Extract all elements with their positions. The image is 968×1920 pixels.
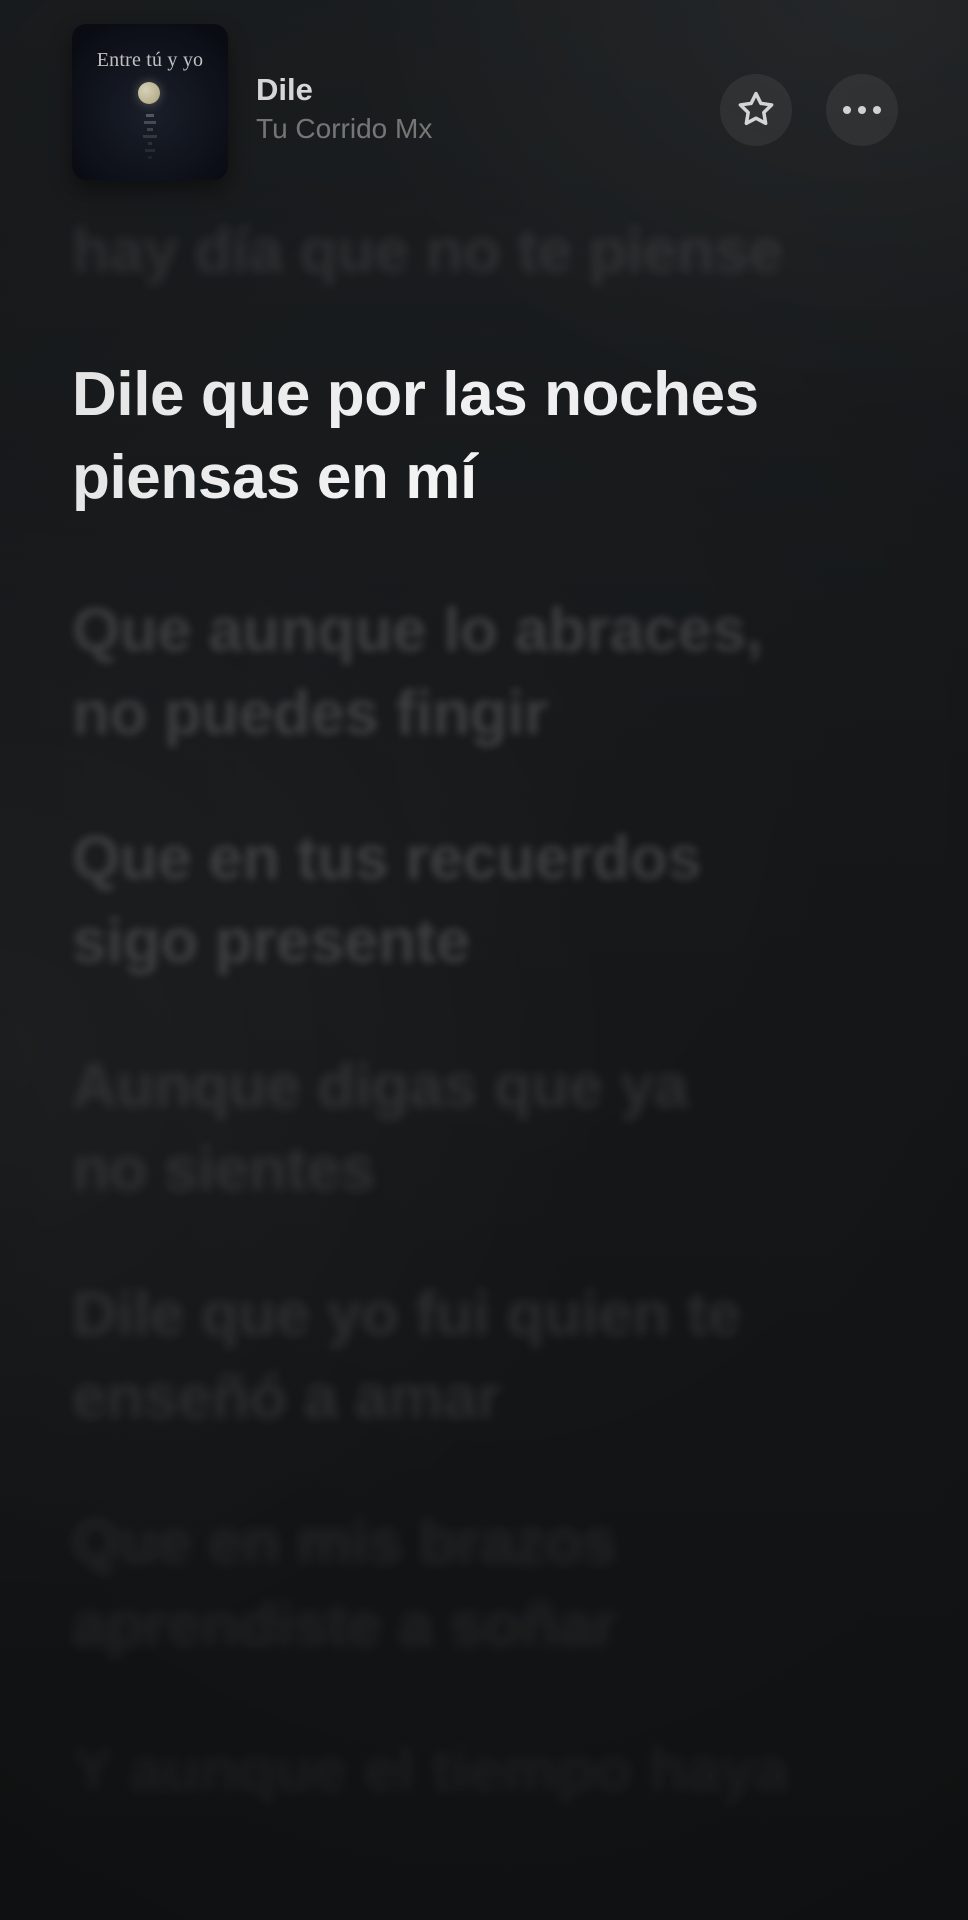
lyric-line-next-partial[interactable]: Y aunque el tiempo haya xyxy=(72,1729,892,1812)
more-icon xyxy=(843,106,881,114)
lyric-line-upcoming[interactable]: Que aunque lo abraces, no puedes fingir xyxy=(72,589,892,755)
album-art[interactable]: Entre tú y yo xyxy=(72,24,228,180)
lyric-line-upcoming[interactable]: Dile que yo fui quien te enseñó a amar xyxy=(72,1273,892,1439)
lyric-line-previous[interactable]: hay día que no te piense xyxy=(72,210,892,293)
lyric-line-current[interactable]: Dile que por las noches piensas en mí xyxy=(72,353,892,519)
lyrics-screen: Entre tú y yo Dile Tu Corrido Mx hay día… xyxy=(0,0,968,1920)
album-art-title: Entre tú y yo xyxy=(96,49,204,71)
star-icon xyxy=(738,91,774,126)
lyric-line-upcoming[interactable]: Que en mis brazos aprendiste a soñar xyxy=(72,1501,892,1667)
lyric-line-upcoming[interactable]: Que en tus recuerdos sigo presente xyxy=(72,817,892,983)
track-artist: Tu Corrido Mx xyxy=(256,113,433,144)
now-playing-header: Entre tú y yo Dile Tu Corrido Mx xyxy=(0,0,968,190)
lyric-line-upcoming[interactable]: Aunque digas que ya no sientes xyxy=(72,1045,892,1211)
moon-reflection-icon xyxy=(143,114,157,159)
lyrics-list[interactable]: hay día que no te piense Dile que por la… xyxy=(72,210,892,1812)
track-info[interactable]: Dile Tu Corrido Mx xyxy=(256,72,676,146)
track-title: Dile xyxy=(256,72,313,107)
favorite-button[interactable] xyxy=(720,74,792,146)
moon-icon xyxy=(138,82,160,104)
more-button[interactable] xyxy=(826,74,898,146)
